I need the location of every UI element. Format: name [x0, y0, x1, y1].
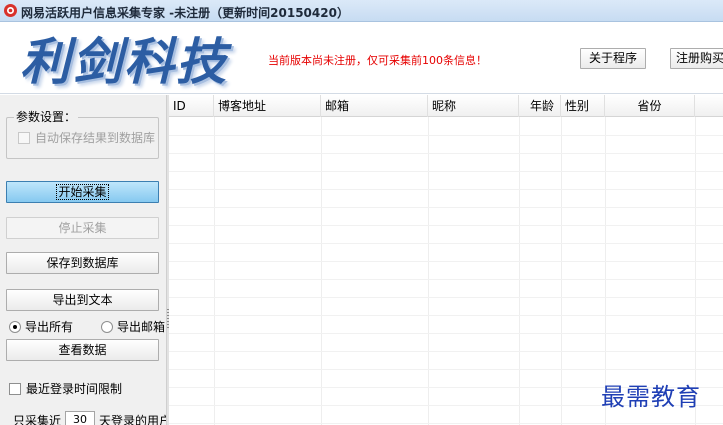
grid-row-line: [169, 297, 723, 298]
header-banner: 利剑科技 当前版本尚未注册，仅可采集前100条信息！ 关于程序 注册购买: [0, 22, 723, 94]
view-data-button[interactable]: 查看数据: [6, 339, 159, 361]
auto-save-checkbox[interactable]: 自动保存结果到数据库: [18, 129, 155, 146]
grid-row-line: [169, 423, 723, 424]
grid-row-line: [169, 261, 723, 262]
title-bar: 网易活跃用户信息采集专家 -未注册（更新时间20150420）: [0, 0, 723, 22]
about-button[interactable]: 关于程序: [580, 48, 646, 69]
login-limit-checkbox[interactable]: 最近登录时间限制: [9, 380, 122, 397]
export-text-button[interactable]: 导出到文本: [6, 289, 159, 311]
params-group-label: 参数设置：: [14, 108, 79, 125]
grid-row-line: [169, 315, 723, 316]
auto-save-label: 自动保存结果到数据库: [35, 131, 156, 145]
column-header-age[interactable]: 年龄: [519, 95, 561, 117]
login-limit-checkbox-box[interactable]: [9, 382, 21, 395]
grid-row-line: [169, 153, 723, 154]
grid-row-line: [169, 207, 723, 208]
days-input[interactable]: 30: [65, 411, 96, 425]
login-limit-label: 最近登录时间限制: [26, 382, 123, 396]
column-header-blog[interactable]: 博客地址: [214, 95, 321, 117]
column-header-id[interactable]: ID: [169, 95, 214, 117]
export-email-radio-dot[interactable]: [101, 320, 113, 333]
grid-column-line: [519, 117, 520, 425]
export-all-label: 导出所有: [25, 320, 74, 334]
column-header-email[interactable]: 邮箱: [321, 95, 428, 117]
grid-column-line: [561, 117, 562, 425]
stop-collect-button[interactable]: 停止采集: [6, 217, 159, 239]
grid-row-line: [169, 189, 723, 190]
column-header-gender[interactable]: 性别: [561, 95, 605, 117]
grid-column-line: [214, 117, 215, 425]
control-panel: 参数设置： 自动保存结果到数据库 开始采集 停止采集 保存到数据库 导出到文本 …: [0, 95, 171, 425]
grid-column-line: [321, 117, 322, 425]
save-to-database-button[interactable]: 保存到数据库: [6, 252, 159, 274]
register-button[interactable]: 注册购买: [670, 48, 723, 69]
export-all-radio[interactable]: 导出所有: [9, 318, 73, 335]
results-grid[interactable]: ID 博客地址 邮箱 昵称 年龄 性别 省份: [169, 95, 723, 425]
export-email-label: 导出邮箱: [117, 320, 166, 334]
export-email-radio[interactable]: 导出邮箱: [101, 318, 165, 335]
grid-row-line: [169, 369, 723, 370]
grid-row-line: [169, 225, 723, 226]
grid-row-line: [169, 171, 723, 172]
grid-row-line: [169, 243, 723, 244]
window-title: 网易活跃用户信息采集专家 -未注册（更新时间20150420）: [21, 6, 349, 20]
grid-row-line: [169, 333, 723, 334]
company-logo: 利剑科技: [20, 32, 228, 91]
start-collect-button[interactable]: 开始采集: [6, 181, 159, 203]
days-limit-row: 只采集近 30 天登录的用户: [13, 411, 171, 425]
app-icon: [4, 4, 17, 17]
grid-column-line: [428, 117, 429, 425]
column-header-nickname[interactable]: 昵称: [428, 95, 519, 117]
grid-header: ID 博客地址 邮箱 昵称 年龄 性别 省份: [169, 95, 723, 117]
grid-row-line: [169, 351, 723, 352]
auto-save-checkbox-box[interactable]: [18, 131, 30, 144]
grid-row-line: [169, 135, 723, 136]
export-all-radio-dot[interactable]: [9, 320, 21, 333]
grid-row-line: [169, 279, 723, 280]
column-header-province[interactable]: 省份: [605, 95, 695, 117]
watermark-text: 最需教育: [601, 383, 701, 411]
days-prefix-label: 只采集近: [13, 413, 62, 425]
start-collect-label: 开始采集: [56, 184, 109, 200]
registration-notice: 当前版本尚未注册，仅可采集前100条信息！: [268, 54, 487, 67]
days-suffix-label: 天登录的用户: [99, 413, 172, 425]
